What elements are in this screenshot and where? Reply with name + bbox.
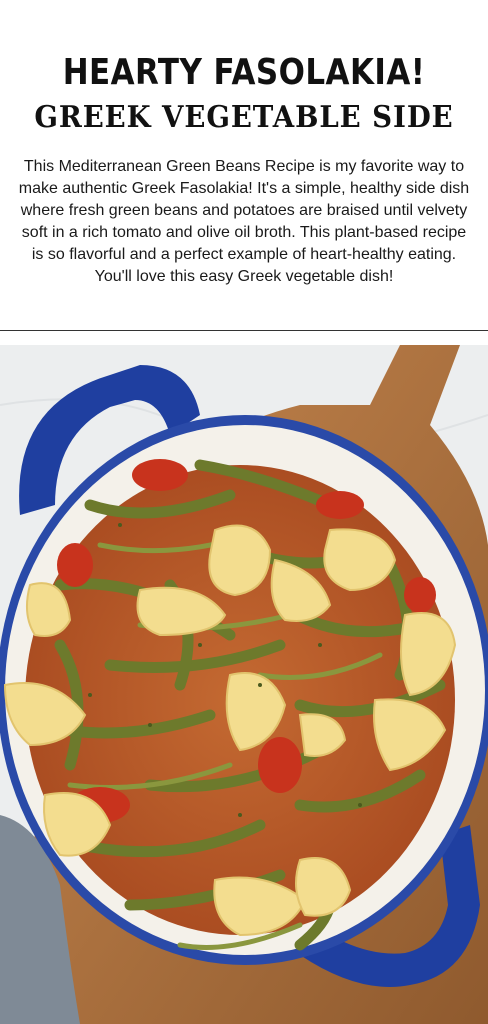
recipe-description: This Mediterranean Green Beans Recipe is… <box>18 158 470 285</box>
recipe-subtitle: GREEK VEGETABLE SIDE <box>34 100 454 135</box>
recipe-photo <box>0 345 488 1024</box>
recipe-header: HEARTY FASOLAKIA! GREEK VEGETABLE SIDE T… <box>0 0 488 330</box>
section-divider <box>0 330 488 331</box>
recipe-title: HEARTY FASOLAKIA! <box>62 52 426 93</box>
green-beans-pot-icon <box>0 345 488 1024</box>
